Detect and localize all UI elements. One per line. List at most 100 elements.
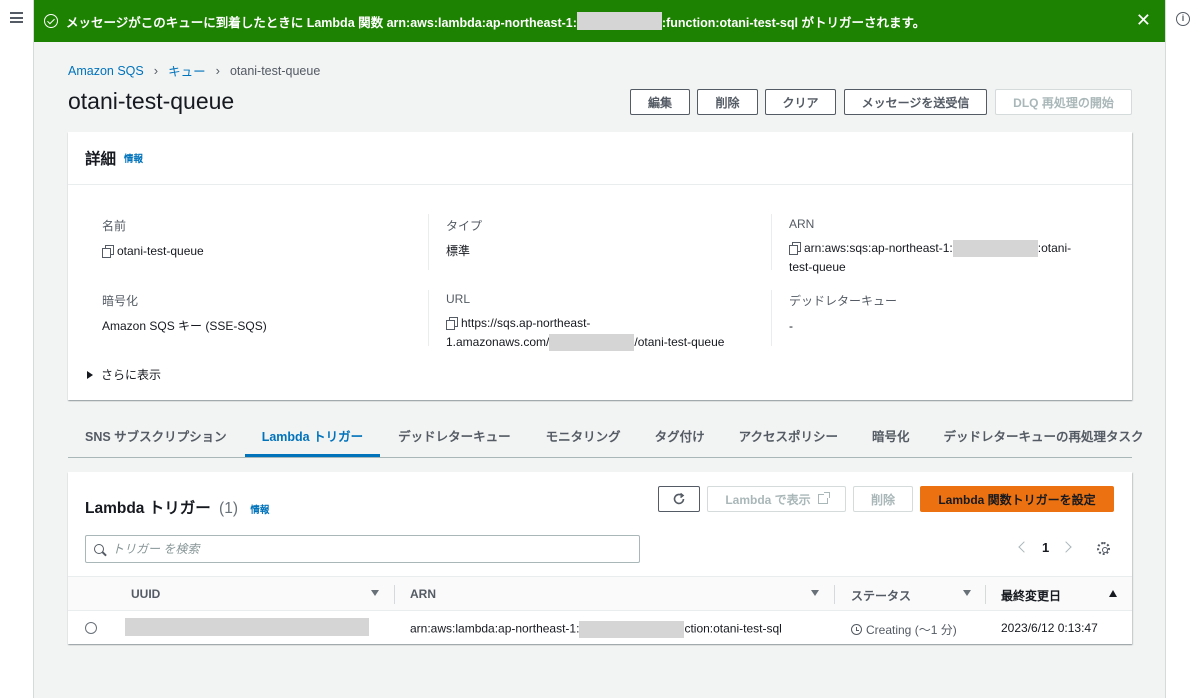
clock-icon xyxy=(851,624,862,635)
delete-trigger-button[interactable]: 削除 xyxy=(853,486,913,512)
redacted-account-id xyxy=(549,334,635,352)
flash-message-suffix: :function:otani-test-sql がトリガーされます。 xyxy=(661,15,926,30)
arn-field: ARN arn:aws:sqs:ap-northeast-1::otani-te… xyxy=(789,217,1109,277)
tab-bar: SNS サブスクリプション Lambda トリガー デッドレターキュー モニタリ… xyxy=(68,414,1144,458)
copy-icon[interactable] xyxy=(446,317,458,330)
breadcrumb: Amazon SQS › キュー › otani-test-queue xyxy=(68,61,320,80)
tab-tagging[interactable]: タグ付け xyxy=(638,414,722,457)
close-icon[interactable]: ✕ xyxy=(1136,11,1151,29)
encryption-field: 暗号化 Amazon SQS キー (SSE-SQS) xyxy=(102,292,267,336)
type-label: タイプ xyxy=(446,219,483,233)
tab-dlq-redrive-tasks[interactable]: デッドレターキューの再処理タスク xyxy=(927,414,1154,457)
tab-access-policy[interactable]: アクセスポリシー xyxy=(722,414,855,457)
left-navigation-rail xyxy=(0,0,34,698)
flash-message-prefix: メッセージがこのキューに到着したときに Lambda 関数 arn:aws:la… xyxy=(66,15,577,30)
url-field: URL https://sqs.ap-northeast- 1.amazonaws… xyxy=(446,292,766,352)
name-label: 名前 xyxy=(102,219,127,233)
column-separator[interactable] xyxy=(985,585,986,604)
url-line1: https://sqs.ap-northeast- xyxy=(461,316,591,330)
column-header-status[interactable]: ステータス xyxy=(851,587,911,604)
tab-lambda-triggers[interactable]: Lambda トリガー xyxy=(244,414,381,457)
redacted-account-id xyxy=(576,12,662,30)
url-line2-prefix: 1.amazonaws.com/ xyxy=(446,335,550,349)
right-tools-rail: i xyxy=(1165,0,1200,698)
tab-monitoring[interactable]: モニタリング xyxy=(529,414,638,457)
row-status-label: Creating (〜1 分) xyxy=(866,623,957,637)
name-field: 名前 otani-test-queue xyxy=(102,217,204,261)
info-icon[interactable]: i xyxy=(1176,12,1190,26)
column-divider xyxy=(428,290,429,346)
column-header-arn[interactable]: ARN xyxy=(410,587,436,601)
dlq-value: - xyxy=(789,319,793,333)
url-label: URL xyxy=(446,292,471,306)
show-more-label: さらに表示 xyxy=(101,368,162,382)
row-last-modified: 2023/6/12 0:13:47 xyxy=(1001,621,1098,635)
send-receive-button[interactable]: メッセージを送受信 xyxy=(844,89,987,115)
configure-trigger-button[interactable]: Lambda 関数トリガーを設定 xyxy=(920,486,1114,512)
chevron-right-icon: › xyxy=(153,63,159,78)
column-divider xyxy=(771,214,772,270)
redacted-account-id xyxy=(579,621,685,638)
refresh-icon xyxy=(673,492,685,505)
success-flash-banner: メッセージがこのキューに到着したときに Lambda 関数 arn:aws:la… xyxy=(34,0,1165,42)
trigger-search-box xyxy=(85,535,640,563)
caret-right-icon xyxy=(87,370,93,379)
delete-button[interactable]: 削除 xyxy=(697,89,758,115)
dlq-redrive-button[interactable]: DLQ 再処理の開始 xyxy=(995,89,1132,115)
sort-icon[interactable] xyxy=(963,590,971,596)
row-arn-prefix: arn:aws:lambda:ap-northeast-1: xyxy=(410,621,580,636)
view-in-lambda-label: Lambda で表示 xyxy=(725,492,811,507)
breadcrumb-current: otani-test-queue xyxy=(229,63,321,78)
copy-icon[interactable] xyxy=(789,242,801,255)
triggers-info-link[interactable]: 情報 xyxy=(250,505,269,516)
page-title: otani-test-queue xyxy=(68,88,235,114)
type-field: タイプ 標準 xyxy=(446,217,482,261)
edit-button[interactable]: 編集 xyxy=(630,89,690,115)
page-number[interactable]: 1 xyxy=(1042,540,1049,555)
view-in-lambda-button[interactable]: Lambda で表示 xyxy=(707,486,846,512)
sort-icon[interactable] xyxy=(371,590,379,596)
dlq-label: デッドレターキュー xyxy=(789,294,898,308)
name-value: otani-test-queue xyxy=(117,244,204,258)
copy-icon[interactable] xyxy=(102,245,114,258)
dlq-field: デッドレターキュー - xyxy=(789,292,897,336)
sort-icon[interactable] xyxy=(811,590,819,596)
row-arn-suffix: ction:otani-test-sql xyxy=(684,621,782,636)
success-check-icon xyxy=(44,14,58,28)
triggers-title: Lambda トリガー xyxy=(85,500,211,517)
column-header-uuid[interactable]: UUID xyxy=(131,587,160,601)
redacted-uuid xyxy=(125,618,369,636)
column-separator[interactable] xyxy=(394,585,395,604)
tab-encryption[interactable]: 暗号化 xyxy=(855,414,927,457)
triggers-count: (1) xyxy=(219,500,238,517)
purge-button[interactable]: クリア xyxy=(765,89,836,115)
triggers-header: Lambda トリガー (1) 情報 xyxy=(85,496,269,518)
breadcrumb-queues[interactable]: キュー xyxy=(168,61,206,80)
gear-icon[interactable] xyxy=(1097,542,1110,555)
column-separator[interactable] xyxy=(834,585,835,604)
chevron-right-icon: › xyxy=(215,63,220,78)
tab-dead-letter-queue[interactable]: デッドレターキュー xyxy=(380,414,529,457)
encryption-label: 暗号化 xyxy=(102,294,139,308)
encryption-value: Amazon SQS キー (SSE-SQS) xyxy=(102,319,267,333)
show-more-toggle[interactable]: さらに表示 xyxy=(87,366,161,383)
column-divider xyxy=(428,214,429,270)
type-value: 標準 xyxy=(446,244,471,258)
details-info-link[interactable]: 情報 xyxy=(124,151,143,165)
refresh-button[interactable] xyxy=(658,486,700,512)
tab-sns-subscriptions[interactable]: SNS サブスクリプション xyxy=(68,414,245,457)
trigger-search-input[interactable] xyxy=(112,542,612,556)
row-select-radio[interactable] xyxy=(85,622,97,634)
details-title: 詳細 xyxy=(85,151,117,168)
url-line2-suffix: /otani-test-queue xyxy=(634,335,725,349)
arn-line2: test-queue xyxy=(789,260,846,274)
menu-icon[interactable] xyxy=(10,12,23,23)
row-arn: arn:aws:lambda:ap-northeast-1: ction:otan… xyxy=(410,621,782,638)
sort-ascending-icon[interactable] xyxy=(1109,590,1117,597)
table-header: UUID ARN ステータス 最終変更日 xyxy=(68,576,1132,611)
breadcrumb-amazon-sqs[interactable]: Amazon SQS xyxy=(68,64,144,78)
redacted-account-id xyxy=(952,240,1038,258)
search-icon xyxy=(94,544,104,554)
external-link-icon xyxy=(817,492,830,504)
column-header-last-modified[interactable]: 最終変更日 xyxy=(1001,587,1061,604)
